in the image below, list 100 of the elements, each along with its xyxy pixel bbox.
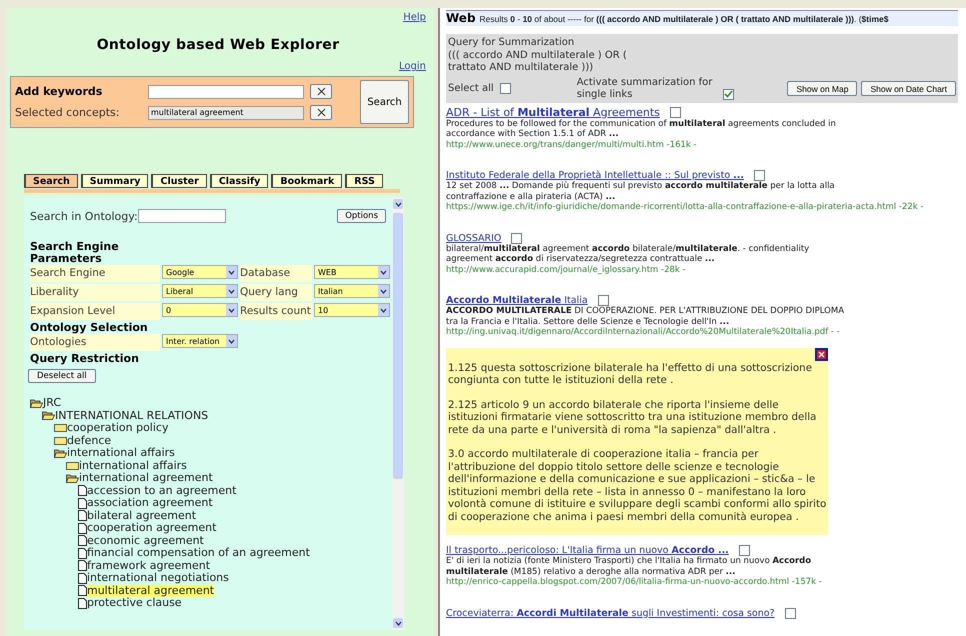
result-link[interactable]: GLOSSARIO (446, 232, 502, 244)
tab[interactable]: Search (24, 174, 78, 188)
document-icon (78, 560, 87, 572)
clear-button[interactable] (310, 105, 332, 120)
options-button[interactable]: Options (337, 209, 386, 223)
tree-item[interactable]: accession to an agreement (87, 484, 236, 497)
tree-item[interactable]: association agreement (87, 497, 213, 510)
parameter-select[interactable]: 10 (314, 303, 390, 317)
deselect-button[interactable]: Deselect all (28, 369, 96, 383)
tree-item[interactable]: cooperation policy (67, 422, 168, 434)
checkbox[interactable] (598, 295, 609, 306)
result-link[interactable]: Il trasporto...pericoloso: L'Italia firma un nuovo Accordo ... (446, 545, 729, 556)
tree-item[interactable]: financial compensation of an agreement (87, 547, 310, 560)
checkbox[interactable] (722, 88, 734, 100)
result-url: http://ing.univaq.it/digennaro/AccordiInternazionali/Accordo%20Multilaterale%20Italia.pdf - - (446, 327, 841, 338)
tab[interactable]: Bookmark (271, 174, 342, 188)
tab[interactable]: RSS (345, 174, 383, 188)
section-heading: Query Restriction (30, 353, 140, 365)
open-folder-icon[interactable] (66, 474, 79, 483)
document-icon (78, 535, 87, 546)
parameter-select[interactable]: Google (162, 265, 238, 279)
help-link[interactable]: Help (403, 12, 426, 23)
parameter-label: Database (240, 265, 312, 282)
chart-button[interactable]: Show on Date Chart (861, 81, 956, 96)
tree-item[interactable]: international negotiations (87, 572, 229, 584)
parameter-select[interactable]: Italian (314, 284, 390, 298)
chart-button[interactable]: Show on Map (787, 81, 858, 96)
parameter-label: Expansion Level (30, 303, 160, 320)
result-snippet: bilateral/multilateral agreement accordo bilaterale/multilaterale. - confidentiality agreement accordo di riservatezza/segretezza contrattuale ... (446, 244, 810, 264)
folder-icon[interactable] (54, 424, 67, 432)
open-folder-icon[interactable] (42, 411, 55, 420)
summary-paragraph: 2.125 articolo 9 un accordo bilaterale che riporta l'insieme delle istituzioni firmatarie viene sottoscritto tra una istituzione membro della rete da una parte e l'università di roma "la sapienza" dall'altra . (448, 398, 818, 436)
concepts-field[interactable]: multilateral agreement (148, 106, 304, 120)
checkbox[interactable] (511, 232, 522, 244)
scroll-up-icon[interactable] (393, 199, 403, 209)
result-snippet: E' di ieri la notizia (fonte Ministero Trasporti) che l'Italia ha firmato un nuovo Accordo multilaterale (M185) relativo a deroghe alla normativa ADR per ... (446, 556, 812, 577)
tab[interactable]: Classify (210, 174, 268, 188)
tree-item[interactable]: cooperation agreement (87, 522, 216, 534)
tree-item[interactable]: defence (67, 434, 112, 447)
tree-item[interactable]: international affairs (79, 460, 187, 472)
results-summary: Results 0 - 10 of about ----- for ((( accordo AND multilaterale ) OR ( trattato AND multilaterale ))). ($time$ (480, 14, 888, 24)
result-url: https://www.ige.ch/it/info-giuridiche/domande-ricorrenti/lotta-alla-contraffazione-e-alla-pirateria-acta.html -22k - (446, 202, 924, 212)
parameter-select[interactable]: Liberal (162, 284, 238, 298)
parameter-label: Search Engine (30, 265, 160, 282)
document-icon (78, 510, 87, 522)
tab[interactable]: Cluster (151, 174, 207, 188)
tree-item[interactable]: international agreement (79, 472, 213, 484)
checkbox[interactable] (754, 170, 765, 181)
tree-item[interactable]: protective clause (87, 597, 182, 610)
checkbox[interactable] (500, 83, 511, 94)
scroll-down-icon[interactable] (393, 618, 403, 628)
close-icon[interactable] (815, 348, 828, 360)
query-text: ((( accordo AND multilaterale ) OR ( trattato AND multilaterale ))) (448, 50, 628, 74)
checkbox[interactable] (738, 545, 750, 556)
tree-item[interactable]: bilateral agreement (87, 510, 196, 522)
tree-item[interactable]: multilateral agreement (87, 584, 214, 597)
summary-paragraph: 1.125 questa sottoscrizione bilaterale ha l'effetto di una sottoscrizione congiunta con tutte le istituzioni della rete . (448, 362, 814, 386)
result-link[interactable]: ADR - List of Multilateral Agreements (446, 106, 660, 118)
keywords-field[interactable] (148, 84, 304, 98)
result-link[interactable]: Accordo Multilaterale Italia (446, 295, 588, 306)
result-url: http://www.accurapid.com/journal/e_iglossary.htm -28k - (446, 264, 687, 275)
tree-item[interactable]: international affairs (67, 447, 175, 460)
keywords-label: Add keywords (15, 85, 104, 98)
result-link[interactable]: Instituto Federale della Proprietà Intellettuale :: Sul previsto ... (446, 170, 744, 181)
app-title: Ontology based Web Explorer (96, 37, 340, 53)
select-all-label: Select all (448, 83, 494, 94)
query-title: Query for Summarization (448, 37, 576, 50)
tree-item[interactable]: economic agreement (87, 534, 204, 547)
scrollbar[interactable] (392, 197, 404, 630)
result-url: http://www.unece.org/trans/danger/multi/multi.htm -161k - (446, 140, 698, 150)
document-icon (78, 498, 87, 509)
search-button[interactable]: Search (360, 80, 409, 124)
ontology-search-field[interactable] (138, 209, 226, 223)
parameter-label: Query lang (240, 284, 312, 301)
checkbox[interactable] (784, 608, 796, 618)
parameter-select[interactable]: 0 (162, 303, 238, 317)
parameter-select[interactable]: Inter. relation (162, 334, 238, 348)
tree-item[interactable]: framework agreement (87, 560, 210, 572)
tree-item[interactable]: INTERNATIONAL RELATIONS (55, 410, 208, 422)
clear-button[interactable] (310, 84, 332, 99)
tab[interactable]: Summary (80, 174, 148, 188)
parameter-label: Liberality (30, 284, 160, 301)
check-icon (724, 90, 733, 98)
document-icon (78, 522, 87, 534)
parameter-select[interactable]: WEB (314, 265, 390, 279)
checkbox[interactable] (670, 106, 681, 118)
login-link[interactable]: Login (399, 61, 426, 72)
folder-icon[interactable] (54, 436, 67, 445)
parameter-label: Results count (240, 303, 312, 320)
folder-icon[interactable] (66, 462, 79, 470)
section-heading: Search Engine Parameters (30, 241, 120, 265)
close-icon (316, 108, 326, 117)
result-snippet: ACCORDO MULTILATERALE DI COOPERAZIONE. PER L'ATTRIBUZIONE DEL DOPPIO DIPLOMA tra la Francia e l'Italia. Settore delle Scienze e Tecnologie dell'In ... (446, 306, 846, 327)
result-snippet: 12 set 2008 ... Domande più frequenti sul previsto accordo multilaterale per la lotta alla contraffazione e alla pirateria (ACTA) ... (446, 181, 836, 202)
close-icon (316, 87, 326, 96)
result-link[interactable]: Croceviaterra: Accordi Multilaterale sugli Investimenti: cosa sono? (446, 608, 775, 618)
tree-item[interactable]: JRC (43, 397, 62, 410)
document-icon (78, 548, 87, 559)
open-folder-icon[interactable] (54, 448, 67, 458)
open-folder-icon[interactable] (30, 398, 43, 408)
